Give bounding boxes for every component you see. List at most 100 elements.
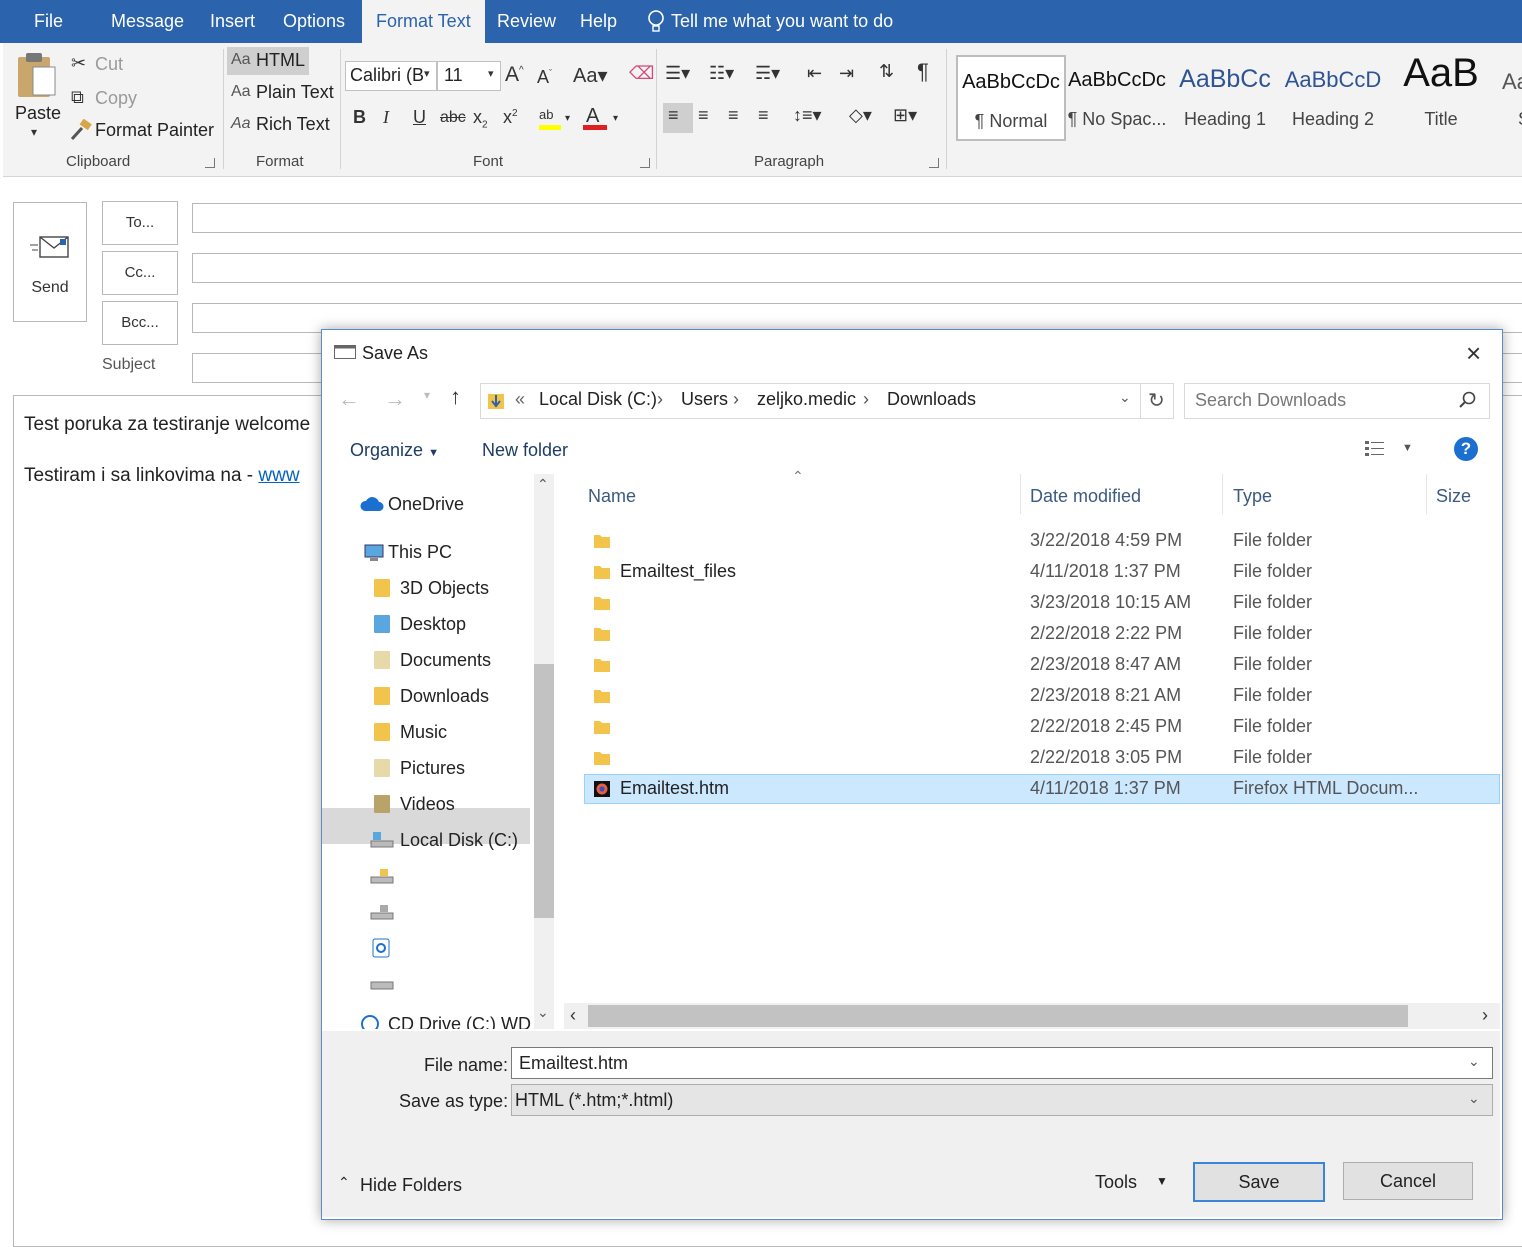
sort-icon[interactable]: ⇅ — [879, 61, 894, 82]
style-subtitle[interactable]: Aa S — [1496, 55, 1522, 137]
chevron-right-icon[interactable]: › — [657, 389, 663, 410]
recent-locations-icon[interactable]: ▾ — [424, 388, 430, 402]
format-painter-button[interactable]: Format Painter — [95, 120, 214, 141]
grow-font-icon[interactable]: A^ — [505, 63, 524, 87]
scroll-left-icon[interactable]: ‹ — [570, 1005, 576, 1026]
justify-icon[interactable]: ≡ — [758, 105, 769, 126]
subscript-icon[interactable]: x2 — [473, 107, 488, 131]
style-heading-1[interactable]: AaBbCc Heading 1 — [1172, 55, 1278, 137]
breadcrumb-downloads[interactable]: Downloads — [887, 389, 976, 410]
refresh-button[interactable]: ↻ — [1140, 383, 1174, 419]
column-header-name[interactable]: Name — [588, 486, 636, 507]
nav-pictures[interactable]: Pictures — [400, 758, 465, 779]
font-color-icon[interactable]: A ▾ — [583, 103, 623, 133]
align-center-icon[interactable]: ≡ — [698, 105, 709, 126]
close-icon[interactable]: × — [1466, 338, 1481, 369]
column-header-date[interactable]: Date modified — [1030, 486, 1141, 507]
font-launcher-icon[interactable] — [640, 158, 650, 168]
paragraph-launcher-icon[interactable] — [929, 158, 939, 168]
bold-icon[interactable]: B — [353, 107, 366, 128]
tab-message[interactable]: Message — [97, 0, 198, 43]
nav-videos[interactable]: Videos — [400, 794, 455, 815]
paste-button[interactable]: Paste — [15, 103, 61, 124]
format-plain-text-button[interactable]: Plain Text — [256, 82, 334, 103]
tab-review[interactable]: Review — [483, 0, 570, 43]
chevron-right-icon[interactable]: › — [733, 389, 739, 410]
tab-insert[interactable]: Insert — [196, 0, 269, 43]
chevron-down-icon[interactable]: ⌄ — [1468, 1053, 1480, 1070]
tools-button[interactable]: Tools — [1095, 1172, 1137, 1193]
nav-scrollbar-thumb[interactable] — [534, 664, 554, 918]
chevron-down-icon[interactable]: ⌄ — [1119, 389, 1131, 406]
organize-button[interactable]: Organize ▼ — [350, 440, 439, 461]
save-button[interactable]: Save — [1193, 1162, 1325, 1202]
save-type-select[interactable]: HTML (*.htm;*.html) ⌄ — [511, 1084, 1493, 1116]
horizontal-scrollbar[interactable]: ‹ › — [564, 1003, 1500, 1029]
breadcrumb-local-disk[interactable]: Local Disk (C:) — [539, 389, 657, 410]
search-input[interactable]: Search Downloads — [1184, 383, 1490, 419]
multilevel-list-icon[interactable]: ☴▾ — [755, 63, 780, 84]
borders-icon[interactable]: ⊞▾ — [893, 105, 917, 126]
nav-downloads[interactable]: Downloads — [400, 686, 489, 707]
send-button[interactable]: Send — [13, 202, 87, 322]
column-header-size[interactable]: Size — [1436, 486, 1471, 507]
copy-button[interactable]: Copy — [95, 88, 137, 109]
style-normal[interactable]: AaBbCcDc ¶ Normal — [956, 55, 1066, 141]
back-arrow-icon[interactable]: ← — [338, 386, 360, 412]
paste-dropdown-icon[interactable]: ▾ — [31, 125, 37, 139]
to-field[interactable] — [192, 203, 1522, 233]
tab-options[interactable]: Options — [269, 0, 359, 43]
scroll-up-icon[interactable]: ⌃ — [537, 476, 549, 493]
horizontal-scrollbar-thumb[interactable] — [588, 1005, 1408, 1027]
numbering-icon[interactable]: ☷▾ — [709, 63, 734, 84]
shading-icon[interactable]: ◇▾ — [849, 105, 872, 126]
chevron-down-icon[interactable]: ▼ — [1156, 1174, 1168, 1188]
hide-folders-button[interactable]: Hide Folders — [360, 1175, 462, 1196]
file-name-input[interactable]: Emailtest.htm ⌄ — [511, 1047, 1493, 1079]
view-options-icon[interactable] — [1364, 438, 1386, 460]
clear-formatting-icon[interactable]: ⌫ — [629, 63, 654, 84]
tab-format-text[interactable]: Format Text — [362, 0, 485, 43]
nav-desktop[interactable]: Desktop — [400, 614, 466, 635]
cut-button[interactable]: Cut — [95, 54, 123, 75]
nav-documents[interactable]: Documents — [400, 650, 491, 671]
cc-field[interactable] — [192, 253, 1522, 283]
body-link[interactable]: www — [258, 465, 299, 486]
style-heading-2[interactable]: AaBbCcD Heading 2 — [1280, 55, 1386, 137]
font-name-select[interactable]: Calibri (B ▾ — [345, 61, 437, 91]
align-right-icon[interactable]: ≡ — [728, 105, 739, 126]
highlight-icon[interactable]: ab ▾ — [537, 103, 577, 133]
line-spacing-icon[interactable]: ↕≡▾ — [793, 105, 822, 126]
bcc-button[interactable]: Bcc... — [102, 301, 178, 345]
nav-music[interactable]: Music — [400, 722, 447, 743]
nav-local-disk[interactable]: Local Disk (C:) — [400, 830, 518, 851]
tab-help[interactable]: Help — [566, 0, 631, 43]
paste-icon[interactable] — [15, 51, 59, 99]
scroll-down-icon[interactable]: ⌄ — [537, 1004, 549, 1021]
nav-cd-drive[interactable]: CD Drive (C:) WD — [388, 1014, 531, 1029]
breadcrumb-users[interactable]: Users — [681, 389, 728, 410]
nav-3d-objects[interactable]: 3D Objects — [400, 578, 489, 599]
decrease-indent-icon[interactable]: ⇤ — [807, 63, 822, 84]
nav-this-pc[interactable]: This PC — [388, 542, 452, 563]
address-bar[interactable]: « Local Disk (C:) › Users › zeljko.medic… — [480, 383, 1142, 419]
new-folder-button[interactable]: New folder — [482, 440, 568, 461]
superscript-icon[interactable]: x2 — [503, 107, 518, 128]
underline-icon[interactable]: U — [413, 107, 426, 128]
breadcrumb-user[interactable]: zeljko.medic — [757, 389, 856, 410]
strikethrough-icon[interactable]: abc — [440, 109, 466, 127]
tab-file[interactable]: File — [20, 0, 77, 43]
font-size-select[interactable]: 11 ▾ — [437, 61, 501, 91]
breadcrumb-overflow[interactable]: « — [515, 389, 525, 410]
up-arrow-icon[interactable]: ↑ — [450, 384, 461, 410]
forward-arrow-icon[interactable]: → — [384, 386, 406, 412]
shrink-font-icon[interactable]: Aˇ — [537, 67, 552, 88]
nav-onedrive[interactable]: OneDrive — [388, 494, 464, 515]
style-title[interactable]: AaB Title — [1388, 51, 1494, 137]
chevron-up-icon[interactable]: ⌃ — [338, 1174, 350, 1191]
to-button[interactable]: To... — [102, 201, 178, 245]
column-header-type[interactable]: Type — [1233, 486, 1272, 507]
clipboard-launcher-icon[interactable] — [205, 158, 215, 168]
format-rich-text-button[interactable]: Rich Text — [256, 114, 330, 135]
cc-button[interactable]: Cc... — [102, 251, 178, 295]
